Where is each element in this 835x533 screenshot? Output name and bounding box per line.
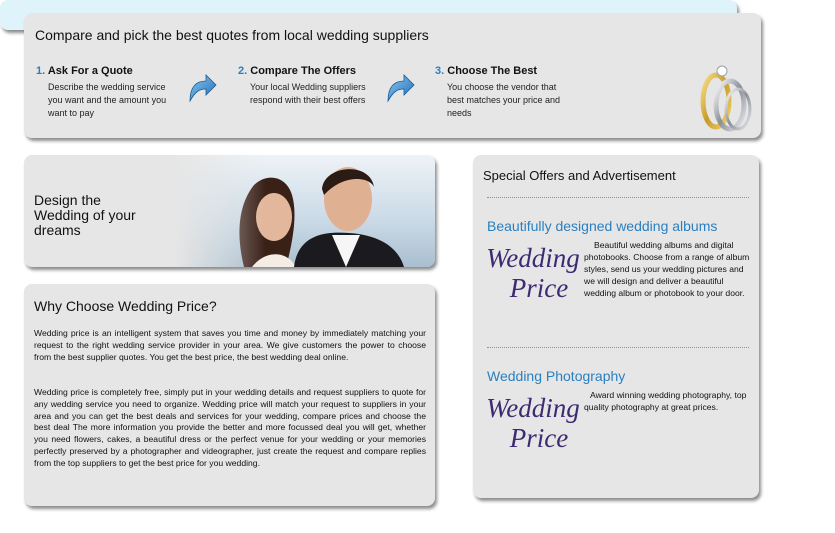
divider — [487, 347, 749, 348]
divider — [487, 197, 749, 198]
curved-arrow-icon — [387, 74, 415, 103]
step-title: Ask For a Quote — [47, 65, 133, 77]
logo-word-wedding: Wedding — [487, 243, 579, 273]
wedding-price-logo[interactable]: Wedding Price — [487, 239, 579, 305]
why-paragraph-2: Wedding price is completely free, simply… — [34, 387, 426, 468]
special-offers-title: Special Offers and Advertisement — [483, 168, 676, 183]
wedding-price-logo[interactable]: Wedding Price — [487, 389, 579, 455]
offer-text-albums: Beautiful wedding albums and digital pho… — [584, 240, 750, 298]
step-ask-quote: 1. Ask For a Quote Describe the wedding … — [36, 65, 176, 120]
offer-text-photography: Award winning wedding photography, top q… — [584, 390, 747, 412]
step-choose-best: 3. Choose The Best You choose the vendor… — [435, 65, 575, 120]
wedding-rings-icon — [700, 65, 752, 132]
step-number: 2. — [238, 65, 248, 77]
offer-title-photography[interactable]: Wedding Photography — [487, 368, 625, 384]
how-it-works-heading: Compare and pick the best quotes from lo… — [35, 27, 429, 43]
step-number: 1. — [36, 65, 46, 77]
special-offers-panel: Special Offers and Advertisement Beautif… — [473, 155, 759, 498]
design-banner[interactable]: Design the Wedding of your dreams — [24, 155, 435, 267]
why-choose-panel: Why Choose Wedding Price? Wedding price … — [24, 284, 435, 506]
logo-word-price: Price — [509, 423, 568, 453]
step-description: Describe the wedding service you want an… — [48, 82, 167, 118]
step-description: Your local Wedding suppliers respond wit… — [250, 82, 366, 105]
step-compare-offers: 2. Compare The Offers Your local Wedding… — [238, 65, 378, 107]
why-choose-title: Why Choose Wedding Price? — [34, 298, 217, 314]
why-paragraph-1: Wedding price is an intelligent system t… — [34, 328, 426, 362]
banner-tagline: Design the Wedding of your dreams — [34, 192, 136, 238]
couple-photo — [174, 155, 435, 267]
logo-word-price: Price — [509, 273, 568, 303]
logo-word-wedding: Wedding — [487, 393, 579, 423]
offer-title-albums[interactable]: Beautifully designed wedding albums — [487, 218, 717, 234]
step-number: 3. — [435, 65, 445, 77]
curved-arrow-icon — [189, 74, 217, 103]
step-title: Compare The Offers — [250, 65, 356, 77]
step-description: You choose the vendor that best matches … — [447, 82, 561, 118]
step-title: Choose The Best — [447, 65, 538, 77]
how-it-works-panel: Compare and pick the best quotes from lo… — [24, 13, 761, 138]
